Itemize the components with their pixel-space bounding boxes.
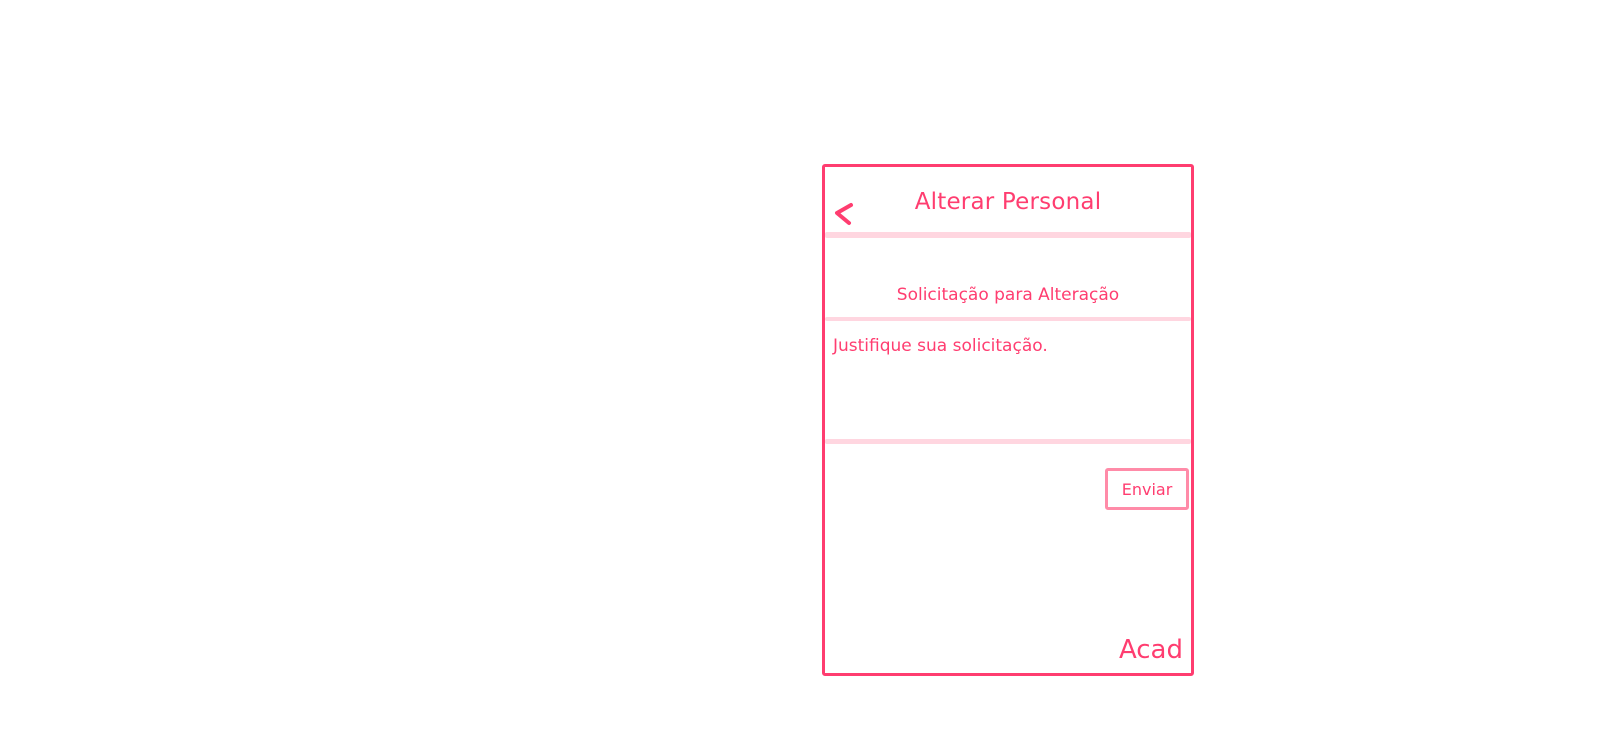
phone-frame: Alterar Personal Solicitação para Altera… [822,164,1194,676]
section-title: Solicitação para Alteração [896,285,1120,305]
header-divider [825,232,1191,238]
canvas: Alterar Personal Solicitação para Altera… [0,0,1600,740]
justification-textarea[interactable]: Justifique sua solicitação. [825,321,1191,439]
page-title: Alterar Personal [914,189,1102,215]
brand-logo: Acad [1118,635,1183,665]
send-button-label: Enviar [1121,479,1173,499]
send-button[interactable]: Enviar [1105,468,1189,510]
textarea-divider [825,439,1191,444]
app-header: Alterar Personal [825,167,1191,235]
